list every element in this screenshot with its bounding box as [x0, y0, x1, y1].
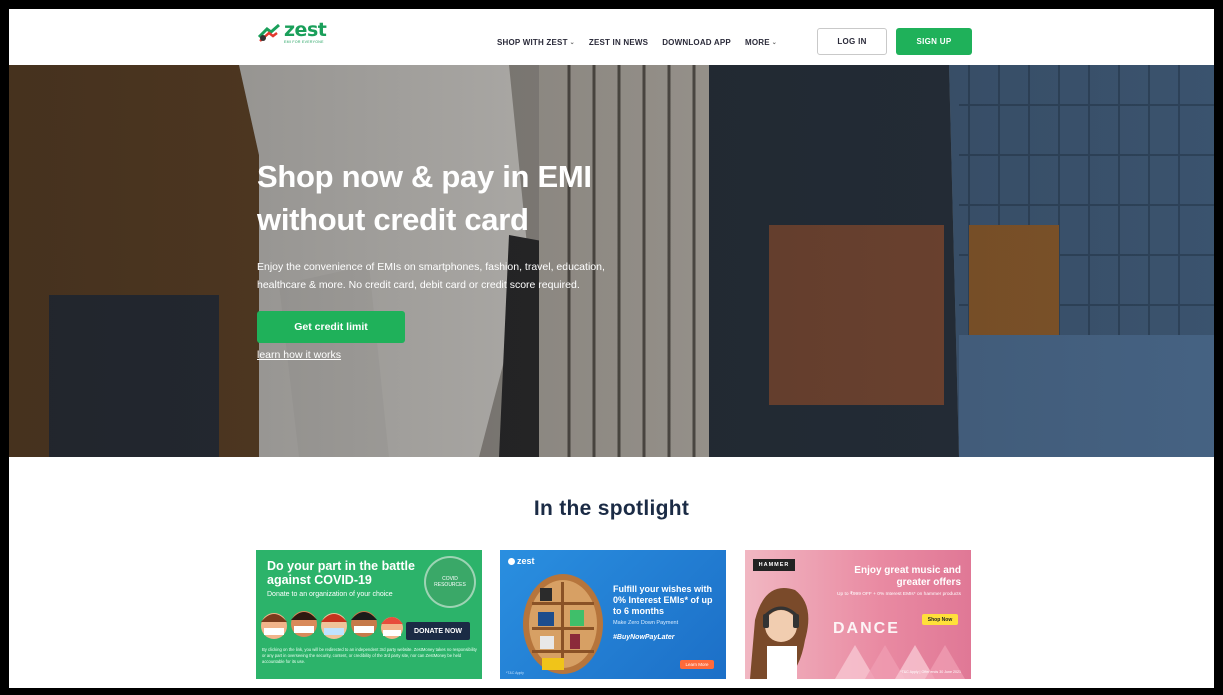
chevron-down-icon: ⌄ — [771, 40, 778, 46]
dance-overlay-word: DANCE — [833, 620, 900, 637]
logo-tagline: EMI FOR EVERYONE — [284, 40, 324, 44]
card-hashtag: #BuyNowPayLater — [613, 634, 675, 641]
shelf-products-illustration — [523, 574, 603, 674]
main-nav: SHOP WITH ZEST ⌄ ZEST IN NEWS DOWNLOAD A… — [497, 38, 791, 47]
hero-title-line1: Shop now & pay in EMI — [257, 159, 592, 194]
donate-now-button[interactable]: DONATE NOW — [406, 622, 470, 640]
nav-label: ZEST IN NEWS — [588, 38, 649, 47]
get-credit-limit-button[interactable]: Get credit limit — [257, 311, 405, 343]
card-subtext: Make Zero Down Payment — [613, 620, 679, 626]
card-headline: Enjoy great music and greater offers — [854, 565, 961, 588]
spotlight-card-zest-emi[interactable]: zest Fulfill your wishes with 0% Interes… — [500, 550, 726, 679]
masked-people-illustration — [261, 611, 403, 639]
nav-label: MORE — [744, 38, 770, 47]
spotlight-title: In the spotlight — [533, 497, 690, 520]
card-headline: Do your part in the battle against COVID… — [267, 559, 415, 587]
site-header: zest EMI FOR EVERYONE SHOP WITH ZEST ⌄ Z… — [9, 9, 1214, 65]
zest-logo[interactable]: zest EMI FOR EVERYONE — [257, 19, 327, 45]
shop-now-button[interactable]: Shop Now — [922, 614, 958, 625]
card-footnote: *T&C Apply | Offer ends 30 June 2021 — [900, 670, 961, 674]
nav-zest-in-news[interactable]: ZEST IN NEWS — [589, 38, 648, 47]
card-headline: Fulfill your wishes with 0% Interest EMI… — [613, 584, 713, 616]
hero-title-line2: without credit card — [257, 202, 529, 237]
card-subtext: Up to ₹999 OFF + 0% Interest EMIs* on ha… — [837, 592, 961, 597]
learn-more-button[interactable]: Learn More — [680, 660, 714, 669]
hero-description: Enjoy the convenience of EMIs on smartph… — [257, 261, 605, 291]
nav-label: DOWNLOAD APP — [662, 38, 731, 47]
browser-viewport: zest EMI FOR EVERYONE SHOP WITH ZEST ⌄ Z… — [9, 9, 1214, 688]
spotlight-card-covid[interactable]: Do your part in the battle against COVID… — [256, 550, 482, 679]
nav-more[interactable]: MORE ⌄ — [745, 38, 777, 47]
spotlight-card-hammer[interactable]: HAMMER Enjoy great music and greater off… — [745, 550, 971, 679]
badge-label: COVID RESOURCES — [434, 576, 466, 588]
learn-how-it-works-link[interactable]: learn how it works — [257, 349, 341, 361]
zest-logo-icon — [257, 23, 280, 42]
card-logo-text: zest — [517, 556, 535, 566]
zest-logo-icon — [508, 557, 515, 565]
card-footnote: *T&C Apply — [506, 671, 524, 675]
hero-title: Shop now & pay in EMI without credit car… — [257, 155, 637, 241]
card-disclaimer: By clicking on the link, you will be red… — [262, 647, 477, 664]
covid-resources-badge: COVID RESOURCES — [424, 556, 476, 608]
logo-wordmark: zest — [284, 19, 327, 41]
hammer-brand-logo: HAMMER — [753, 559, 795, 571]
hero-banner: Shop now & pay in EMI without credit car… — [9, 65, 1214, 457]
nav-shop-with-zest[interactable]: SHOP WITH ZEST ⌄ — [497, 38, 575, 47]
card-subtext: Donate to an organization of your choice — [267, 591, 393, 598]
signup-button[interactable]: SIGN UP — [896, 28, 972, 55]
chevron-down-icon: ⌄ — [569, 40, 575, 46]
card-zest-logo: zest — [508, 556, 535, 566]
nav-download-app[interactable]: DOWNLOAD APP — [662, 38, 731, 47]
nav-label: SHOP WITH ZEST — [497, 38, 568, 47]
login-button[interactable]: LOG IN — [817, 28, 887, 55]
